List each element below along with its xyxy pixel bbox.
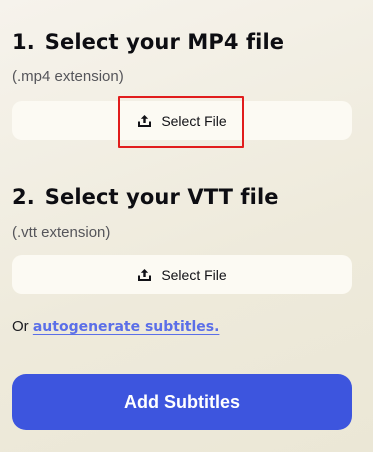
upload-icon xyxy=(138,268,152,281)
highlight-box xyxy=(118,96,244,148)
step1-number: 1. xyxy=(12,30,35,54)
select-vtt-label: Select File xyxy=(161,266,227,283)
upload-panel: 1. Select your MP4 file (.mp4 extension) … xyxy=(0,0,373,452)
step2-title: Select your VTT file xyxy=(44,185,279,209)
autogenerate-line: Or autogenerate subtitles. xyxy=(12,318,219,335)
or-prefix: Or xyxy=(12,318,29,335)
autogenerate-subtitles-link[interactable]: autogenerate subtitles. xyxy=(33,319,220,335)
select-vtt-button[interactable]: Select File xyxy=(12,255,352,294)
step1-title: Select your MP4 file xyxy=(44,30,285,54)
step1-hint: (.mp4 extension) xyxy=(12,68,124,85)
add-subtitles-button[interactable]: Add Subtitles xyxy=(12,374,352,430)
step2-number: 2. xyxy=(12,185,35,209)
step2-hint: (.vtt extension) xyxy=(12,224,111,241)
add-subtitles-label: Add Subtitles xyxy=(124,391,240,412)
step1-heading: 1. Select your MP4 file xyxy=(12,30,284,54)
step2-heading: 2. Select your VTT file xyxy=(12,185,279,209)
